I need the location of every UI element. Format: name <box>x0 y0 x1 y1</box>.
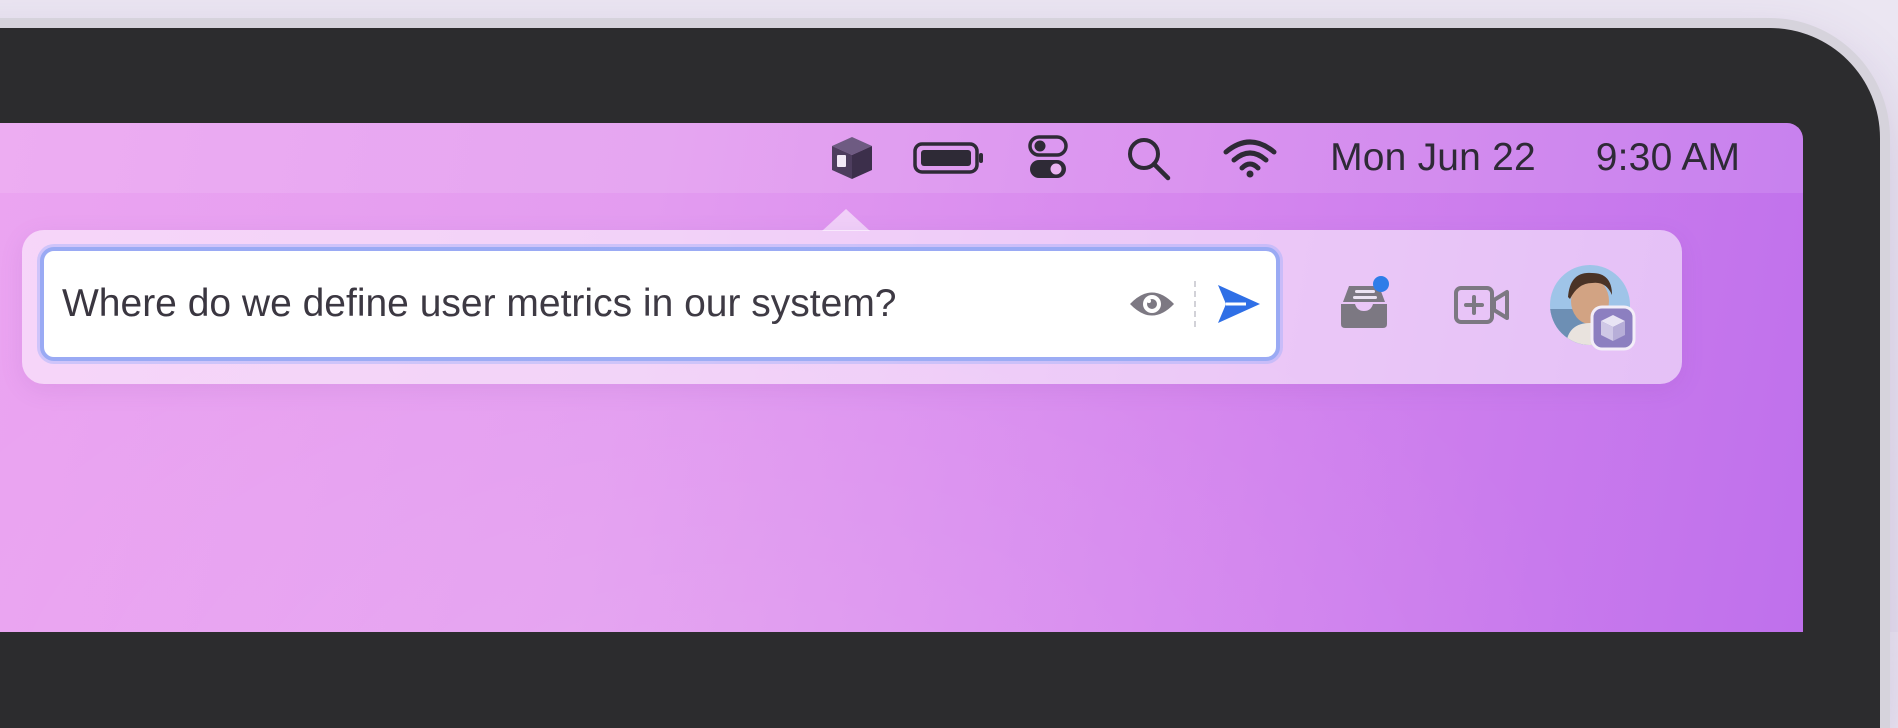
menu-bar: Mon Jun 22 9:30 AM <box>0 123 1803 193</box>
avatar[interactable] <box>1550 265 1638 353</box>
query-input[interactable] <box>62 251 1102 357</box>
popover-caret <box>822 209 870 231</box>
menubar-time[interactable]: 9:30 AM <box>1584 123 1752 193</box>
desktop-screen: Mon Jun 22 9:30 AM <box>0 123 1803 632</box>
add-video-icon[interactable] <box>1452 275 1512 335</box>
send-icon[interactable] <box>1214 279 1264 329</box>
inbox-badge <box>1373 276 1389 292</box>
menubar-date[interactable]: Mon Jun 22 <box>1318 123 1548 193</box>
query-field[interactable] <box>40 247 1280 361</box>
app-box-icon[interactable] <box>826 123 878 193</box>
control-center-icon[interactable] <box>1026 123 1070 193</box>
battery-icon[interactable] <box>912 123 986 193</box>
inbox-icon[interactable] <box>1336 273 1396 337</box>
query-divider <box>1194 281 1196 327</box>
eye-icon[interactable] <box>1127 279 1177 329</box>
wifi-icon[interactable] <box>1222 123 1278 193</box>
search-icon[interactable] <box>1124 123 1172 193</box>
